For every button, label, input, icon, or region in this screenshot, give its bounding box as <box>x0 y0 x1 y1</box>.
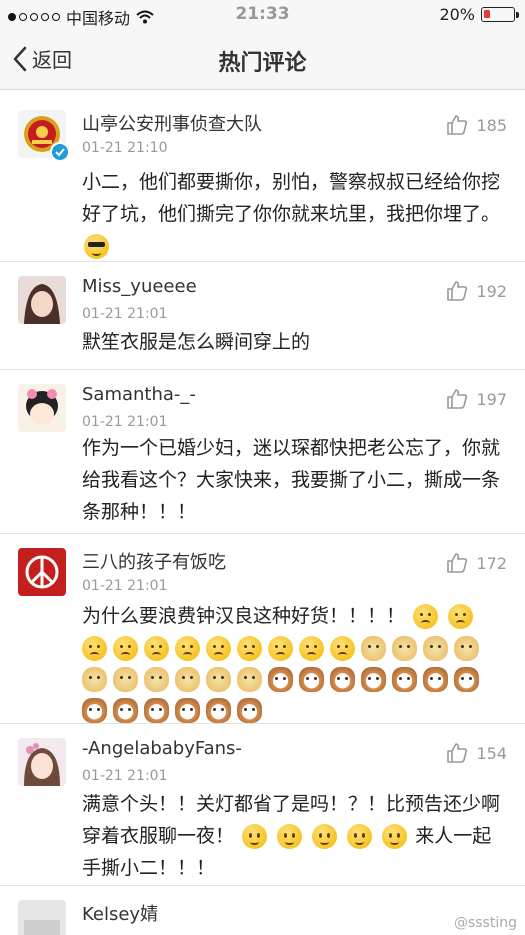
like-count: 192 <box>476 281 507 301</box>
comment-item: Samantha-_- 01-21 21:01 197 作为一个已婚少妇，迷以琛… <box>0 370 525 534</box>
comment-text: 作为一个已婚少妇，迷以琛都快把老公忘了，你就给我看这个？大家快来，我要撕了小二，… <box>82 437 501 523</box>
thumbs-up-icon <box>447 281 468 301</box>
cat-emoji-icon <box>237 698 262 723</box>
comment-author[interactable]: Samantha-_- <box>82 384 196 405</box>
smile-emoji-icon <box>277 824 303 849</box>
sad-emoji-icon <box>237 636 262 661</box>
cat-emoji-icon <box>392 667 417 692</box>
comment-time: 01-21 21:01 <box>82 306 168 322</box>
like-count: 197 <box>476 389 507 409</box>
status-bar: 中国移动 21:33 20% <box>0 0 525 30</box>
smile-emoji-icon <box>312 824 338 849</box>
cat-emoji-icon <box>113 698 138 723</box>
comment-item: 三八的孩子有饭吃 01-21 21:01 172 为什么要浪费钟汉良这种好货！！… <box>0 534 525 724</box>
thumbs-up-icon <box>447 389 468 409</box>
sad-emoji-icon <box>206 636 231 661</box>
cat-emoji-icon <box>423 667 448 692</box>
cat-emoji-icon <box>454 667 479 692</box>
cat-emoji-icon <box>299 667 324 692</box>
sad-emoji-icon <box>175 636 200 661</box>
cat-emoji-icon <box>206 698 231 723</box>
like-button[interactable]: 154 <box>446 742 507 764</box>
doge-emoji-icon <box>361 636 386 661</box>
sad-emoji-icon <box>299 636 324 661</box>
avatar[interactable] <box>18 276 66 324</box>
comment-time: 01-21 21:01 <box>82 578 168 594</box>
cat-emoji-icon <box>361 667 386 692</box>
doge-emoji-icon <box>144 667 169 692</box>
thumbs-up-icon <box>447 115 468 135</box>
comment-text: 默笙衣服是怎么瞬间穿上的 <box>82 331 311 353</box>
smile-emoji-icon <box>242 824 268 849</box>
like-button[interactable]: 185 <box>446 114 507 136</box>
doge-emoji-icon <box>392 636 417 661</box>
comment-item: 山亭公安刑事侦查大队 01-21 21:10 185 小二，他们都要撕你，别怕，… <box>0 96 525 262</box>
like-count: 154 <box>476 743 507 763</box>
comment-text: 满意个头！！关灯都省了是吗！？！比预告还少啊穿着衣服聊一夜！ 来人一起手撕小二！… <box>82 793 501 879</box>
cat-emoji-icon <box>268 667 293 692</box>
sad-emoji-icon <box>448 604 474 629</box>
comment-author[interactable]: 三八的孩子有饭吃 <box>82 548 226 574</box>
avatar[interactable] <box>18 384 66 432</box>
cool-emoji-icon <box>84 234 109 259</box>
doge-emoji-icon <box>454 636 479 661</box>
avatar[interactable] <box>18 738 66 786</box>
cat-emoji-icon <box>330 667 355 692</box>
cat-emoji-icon <box>82 698 107 723</box>
comment-author[interactable]: -AngelababyFans- <box>82 738 242 759</box>
cat-emoji-icon <box>144 698 169 723</box>
doge-emoji-icon <box>237 667 262 692</box>
like-button[interactable]: 172 <box>446 552 507 574</box>
comment-time: 01-21 21:01 <box>82 414 168 430</box>
smile-emoji-icon <box>382 824 408 849</box>
battery-icon <box>481 7 519 22</box>
sad-emoji-icon <box>113 636 138 661</box>
page-title: 热门评论 <box>218 51 307 76</box>
comment-time: 01-21 21:10 <box>82 140 168 156</box>
like-count: 185 <box>476 115 507 135</box>
emoji-row <box>82 636 505 723</box>
nav-bar: 返回 热门评论 <box>0 30 525 90</box>
sad-emoji-icon <box>144 636 169 661</box>
sad-emoji-icon <box>268 636 293 661</box>
doge-emoji-icon <box>206 667 231 692</box>
doge-emoji-icon <box>175 667 200 692</box>
avatar[interactable] <box>18 548 66 596</box>
comment-item: Miss_yueeee 01-21 21:01 192 默笙衣服是怎么瞬间穿上的 <box>0 262 525 370</box>
thumbs-up-icon <box>447 743 468 763</box>
like-button[interactable]: 192 <box>446 280 507 302</box>
comment-item: Kelsey婧 <box>0 886 525 935</box>
comment-text: 小二，他们都要撕你，别怕，警察叔叔已经给你挖好了坑，他们撕完了你你就来坑里，我把… <box>82 166 505 262</box>
sad-emoji-icon <box>413 604 439 629</box>
verified-badge-icon <box>50 142 70 162</box>
doge-emoji-icon <box>423 636 448 661</box>
comment-author[interactable]: Miss_yueeee <box>82 276 197 297</box>
sad-emoji-icon <box>330 636 355 661</box>
comment-time: 01-21 21:01 <box>82 768 168 784</box>
thumbs-up-icon <box>447 553 468 573</box>
like-count: 172 <box>476 553 507 573</box>
avatar[interactable] <box>18 900 66 935</box>
comment-list: 山亭公安刑事侦查大队 01-21 21:10 185 小二，他们都要撕你，别怕，… <box>0 96 525 935</box>
smile-emoji-icon <box>347 824 373 849</box>
sad-emoji-icon <box>82 636 107 661</box>
doge-emoji-icon <box>82 667 107 692</box>
comment-item: -AngelababyFans- 01-21 21:01 154 满意个头！！关… <box>0 724 525 886</box>
comment-text: 为什么要浪费钟汉良这种好货！！！！ <box>82 600 505 723</box>
doge-emoji-icon <box>113 667 138 692</box>
comment-author[interactable]: Kelsey婧 <box>82 900 158 926</box>
cat-emoji-icon <box>175 698 200 723</box>
comment-author[interactable]: 山亭公安刑事侦查大队 <box>82 110 262 136</box>
battery-percentage: 20% <box>439 5 475 24</box>
watermark: @sssting <box>453 915 517 931</box>
like-button[interactable]: 197 <box>446 388 507 410</box>
